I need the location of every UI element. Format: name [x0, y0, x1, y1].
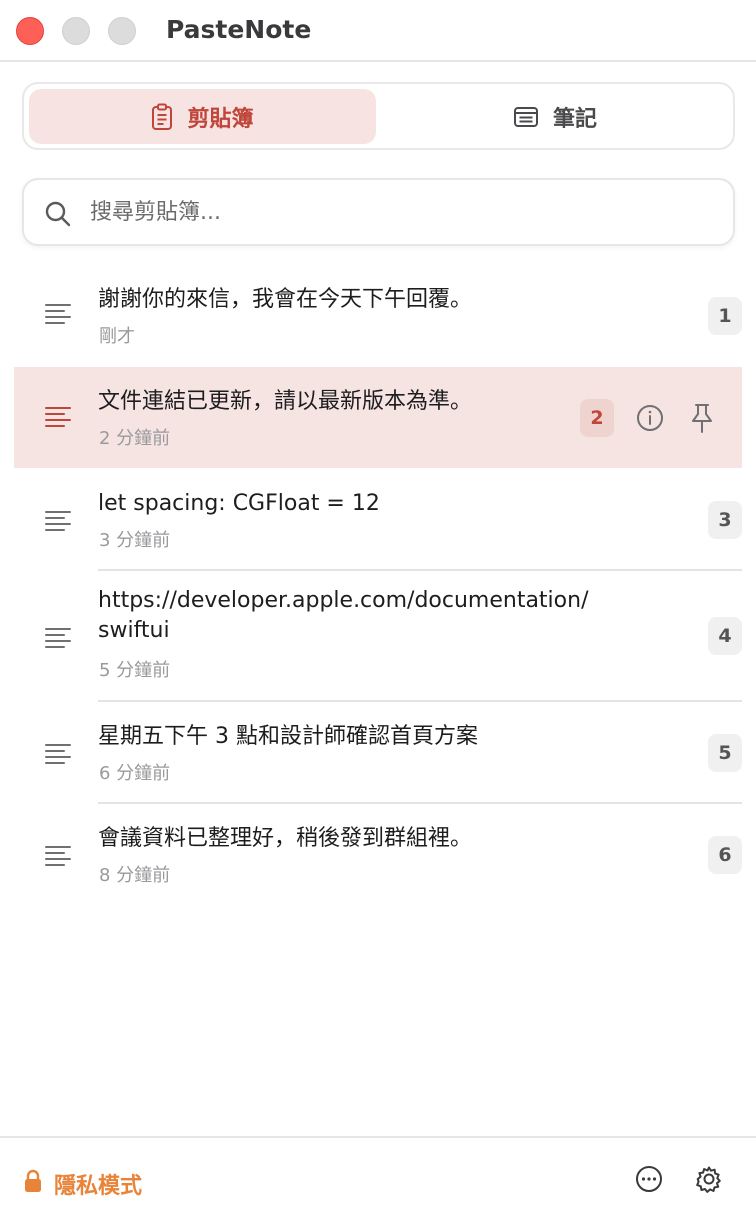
item-text: 星期五下午 3 點和設計師確認首頁方案: [98, 724, 478, 749]
search-field: [22, 178, 735, 246]
app-title: PasteNote: [166, 15, 312, 44]
item-index-badge: 2: [580, 399, 614, 437]
pin-icon[interactable]: [689, 402, 715, 438]
tab-clipboard-label: 剪貼簿: [187, 106, 254, 132]
text-lines-icon: [44, 405, 72, 433]
footer-bar: 隱私模式: [0, 1136, 756, 1220]
list-item[interactable]: 星期五下午 3 點和設計師確認首頁方案 6 分鐘前 5: [0, 702, 756, 804]
list-item[interactable]: https://developer.apple.com/documentatio…: [0, 571, 756, 702]
tab-clipboard[interactable]: 剪貼簿: [29, 89, 376, 144]
item-time: 6 分鐘前: [99, 763, 171, 784]
item-text: 文件連結已更新，請以最新版本為準。: [98, 389, 473, 414]
search-icon: [44, 200, 72, 232]
privacy-mode-toggle[interactable]: 隱私模式: [24, 1168, 142, 1200]
item-text: let spacing: CGFloat = 12: [98, 491, 380, 516]
text-lines-icon: [44, 509, 72, 537]
list-item[interactable]: 謝謝你的來信，我會在今天下午回覆。 剛才 1: [0, 266, 756, 366]
tab-notes[interactable]: 筆記: [381, 89, 729, 144]
item-time: 5 分鐘前: [99, 660, 171, 681]
mode-segmented-control: 剪貼簿 筆記: [22, 82, 735, 150]
item-text: 會議資料已整理好，稍後發到群組裡。: [98, 826, 473, 851]
item-time: 2 分鐘前: [99, 428, 171, 449]
privacy-mode-label: 隱私模式: [54, 1174, 143, 1199]
lock-icon: [24, 1169, 42, 1199]
text-lines-icon: [44, 844, 72, 872]
info-icon[interactable]: [636, 404, 664, 436]
search-input[interactable]: [90, 192, 710, 232]
text-lines-icon: [44, 742, 72, 770]
item-index-badge: 1: [708, 297, 742, 335]
title-bar: PasteNote: [0, 0, 756, 62]
list-item[interactable]: let spacing: CGFloat = 12 3 分鐘前 3: [0, 469, 756, 571]
gear-icon[interactable]: [695, 1165, 723, 1197]
item-text: 謝謝你的來信，我會在今天下午回覆。: [98, 287, 473, 312]
list-item-selected[interactable]: 文件連結已更新，請以最新版本為準。 2 分鐘前 2: [0, 367, 756, 468]
item-text-line2: swiftui: [98, 618, 170, 643]
close-window-button[interactable]: [16, 17, 44, 45]
tab-notes-label: 筆記: [552, 106, 597, 132]
ellipsis-circle-icon[interactable]: [635, 1165, 663, 1197]
item-time: 8 分鐘前: [99, 865, 171, 886]
list-item[interactable]: 會議資料已整理好，稍後發到群組裡。 8 分鐘前 6: [0, 804, 756, 906]
item-time: 剛才: [99, 326, 135, 347]
minimize-window-button[interactable]: [62, 17, 90, 45]
item-text-line1: https://developer.apple.com/documentatio…: [98, 588, 589, 613]
item-index-badge: 5: [708, 734, 742, 772]
item-index-badge: 3: [708, 501, 742, 539]
note-icon: [513, 106, 539, 128]
item-time: 3 分鐘前: [99, 530, 171, 551]
text-lines-icon: [44, 626, 72, 654]
item-index-badge: 4: [708, 617, 742, 655]
clipboard-icon: [151, 103, 173, 131]
zoom-window-button[interactable]: [108, 17, 136, 45]
selection-highlight: [14, 367, 742, 468]
text-lines-icon: [44, 302, 72, 330]
item-index-badge: 6: [708, 836, 742, 874]
